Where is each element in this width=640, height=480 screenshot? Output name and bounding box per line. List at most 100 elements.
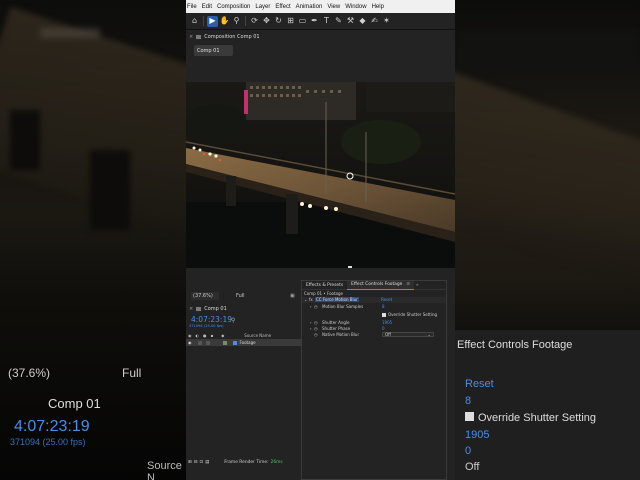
menu-composition[interactable]: Composition bbox=[217, 4, 250, 10]
menu-view[interactable]: View bbox=[327, 4, 340, 10]
bg-samples: 8 bbox=[465, 395, 472, 407]
stopwatch-icon[interactable]: ◷ bbox=[314, 332, 318, 337]
timeline-comp-label[interactable]: Comp 01 bbox=[204, 306, 227, 312]
composition-icon bbox=[196, 307, 202, 311]
chevron-down-icon: ⌄ bbox=[427, 332, 431, 337]
tab-effect-controls[interactable]: Effect Controls Footage ≡ bbox=[347, 280, 415, 290]
composition-panel-header: × Composition Comp 01 bbox=[186, 30, 455, 43]
stopwatch-icon[interactable]: ◷ bbox=[314, 304, 318, 309]
toolbar-divider bbox=[203, 16, 204, 26]
chevron-right-icon[interactable]: › bbox=[310, 320, 312, 325]
tab-effects-presets[interactable]: Effects & Presets bbox=[302, 281, 347, 290]
audio-icon[interactable]: ◐ bbox=[196, 333, 200, 338]
reset-link[interactable]: Reset bbox=[381, 297, 392, 302]
lock-icon[interactable]: ▪ bbox=[211, 333, 214, 338]
render-time-icon[interactable]: ▤ bbox=[205, 460, 209, 465]
composition-panel-title[interactable]: Composition Comp 01 bbox=[204, 34, 259, 40]
param-label: Shutter Phase bbox=[322, 326, 351, 331]
bg-override: Override Shutter Setting bbox=[465, 412, 596, 424]
bg-zoom-label: (37.6%) bbox=[8, 366, 51, 380]
bg-source-label: Source N bbox=[147, 460, 182, 480]
param-value[interactable]: 8 bbox=[382, 304, 385, 309]
close-icon[interactable]: × bbox=[189, 306, 193, 312]
param-motion-blur-samples[interactable]: › ◷ Motion Blur Samples 8 bbox=[302, 304, 446, 310]
fx-icon[interactable]: fx bbox=[309, 297, 313, 302]
param-label: Native Motion Blur bbox=[322, 332, 360, 337]
layer-name[interactable]: Footage bbox=[240, 340, 256, 345]
bg-angle: 1905 bbox=[465, 429, 490, 441]
solo-toggle[interactable] bbox=[197, 340, 202, 345]
timeline-search[interactable]: ⚲ bbox=[231, 317, 301, 324]
pan-behind-icon[interactable]: ✥ bbox=[261, 16, 272, 27]
param-label: Shutter Angle bbox=[322, 320, 350, 325]
menu-animation[interactable]: Animation bbox=[296, 4, 323, 10]
snapshot-icon[interactable]: ▣ bbox=[290, 293, 295, 299]
rotate-tool-icon[interactable]: ↻ bbox=[273, 16, 284, 27]
composition-viewer[interactable] bbox=[186, 82, 455, 268]
menu-help[interactable]: Help bbox=[372, 4, 384, 10]
after-effects-window: File Edit Composition Layer Effect Anima… bbox=[186, 0, 455, 480]
frame-render-label: Frame Render Time: bbox=[224, 459, 269, 465]
param-override-shutter[interactable]: Override Shutter Setting bbox=[302, 312, 446, 318]
roto-brush-icon[interactable]: ✍ bbox=[369, 16, 380, 27]
eye-icon[interactable]: ◉ bbox=[188, 333, 192, 338]
puppet-pin-icon[interactable]: ✶ bbox=[381, 16, 392, 27]
effect-name[interactable]: CC Force Motion Blur bbox=[315, 297, 359, 302]
label-color[interactable] bbox=[222, 340, 227, 345]
pen-tool-icon[interactable]: ✒ bbox=[309, 16, 320, 27]
param-native-motion-blur[interactable]: ◷ Native Motion Blur Off ⌄ bbox=[302, 332, 446, 338]
background-right-blur: Effect Controls Footage Reset 8 Override… bbox=[455, 0, 640, 480]
type-tool-icon[interactable]: T bbox=[321, 16, 332, 27]
bg-comp-tab: Comp 01 bbox=[48, 396, 101, 411]
stopwatch-icon[interactable]: ◷ bbox=[314, 326, 318, 331]
panel-menu-icon[interactable]: ≡ bbox=[406, 282, 410, 287]
visibility-icon[interactable]: ◉ bbox=[188, 340, 192, 345]
zoom-tool-icon[interactable]: ⚲ bbox=[231, 16, 242, 27]
label-icon[interactable]: ◆ bbox=[221, 333, 224, 338]
eraser-icon[interactable]: ◆ bbox=[357, 16, 368, 27]
hand-tool-icon[interactable]: ✋ bbox=[219, 16, 230, 27]
layer-row[interactable]: ◉ Footage bbox=[186, 339, 302, 346]
footage-icon bbox=[232, 340, 237, 345]
param-value[interactable]: 1905 bbox=[382, 320, 392, 325]
layer-switches-icon[interactable]: ⊞ bbox=[188, 460, 192, 465]
menu-window[interactable]: Window bbox=[345, 4, 366, 10]
solo-icon[interactable]: ● bbox=[203, 333, 207, 338]
expand-chevron-icon[interactable]: ⌄ bbox=[304, 297, 307, 302]
transfer-controls-icon[interactable]: ⊟ bbox=[194, 460, 198, 465]
native-motion-blur-dropdown[interactable]: Off ⌄ bbox=[382, 332, 434, 337]
tools-panel: ⌂ ▶ ✋ ⚲ ⟳ ✥ ↻ ⊞ ▭ ✒ T ✎ ⚒ ◆ ✍ ✶ bbox=[186, 13, 455, 30]
lock-toggle[interactable] bbox=[205, 340, 210, 345]
effect-controls-tabs: Effects & Presets Effect Controls Footag… bbox=[302, 280, 446, 290]
menu-effect[interactable]: Effect bbox=[275, 4, 290, 10]
menu-file[interactable]: File bbox=[187, 4, 197, 10]
frame-count: 371094 (25.00 fps) bbox=[189, 324, 224, 328]
chevron-right-icon[interactable]: › bbox=[310, 326, 312, 331]
composition-icon bbox=[196, 34, 202, 39]
brush-tool-icon[interactable]: ✎ bbox=[333, 16, 344, 27]
menu-edit[interactable]: Edit bbox=[202, 4, 212, 10]
checkbox-checked-icon[interactable] bbox=[382, 313, 386, 317]
menu-layer[interactable]: Layer bbox=[255, 4, 270, 10]
stopwatch-icon[interactable]: ◷ bbox=[314, 320, 318, 325]
clone-stamp-icon[interactable]: ⚒ bbox=[345, 16, 356, 27]
current-time-display[interactable]: 4:07:23:19 bbox=[191, 315, 232, 324]
override-checkbox[interactable]: Override Shutter Setting bbox=[382, 312, 437, 317]
param-value[interactable]: 0 bbox=[382, 326, 385, 331]
resolution-dropdown[interactable]: Full bbox=[236, 293, 258, 299]
toolbar-divider bbox=[245, 16, 246, 26]
selection-tool-icon[interactable]: ▶ bbox=[207, 15, 218, 27]
rotate-tool-icon[interactable]: ⊞ bbox=[285, 16, 296, 27]
orbit-tool-icon[interactable]: ⟳ bbox=[249, 16, 260, 27]
rectangle-tool-icon[interactable]: ▭ bbox=[297, 16, 308, 27]
bg-timecode: 4:07:23:19 bbox=[14, 418, 90, 435]
close-icon[interactable]: × bbox=[189, 34, 193, 40]
chevron-right-icon[interactable]: › bbox=[310, 304, 312, 309]
source-name-header[interactable]: Source Name bbox=[244, 333, 271, 338]
in-out-icon[interactable]: ⊡ bbox=[199, 460, 203, 465]
home-icon[interactable]: ⌂ bbox=[189, 16, 200, 27]
effect-header-row[interactable]: ⌄ fx CC Force Motion Blur Reset bbox=[302, 297, 446, 303]
zoom-dropdown[interactable]: (37.6%) bbox=[191, 292, 219, 300]
expand-panels-icon[interactable]: » bbox=[416, 283, 419, 288]
comp-tab[interactable]: Comp 01 bbox=[194, 45, 233, 56]
